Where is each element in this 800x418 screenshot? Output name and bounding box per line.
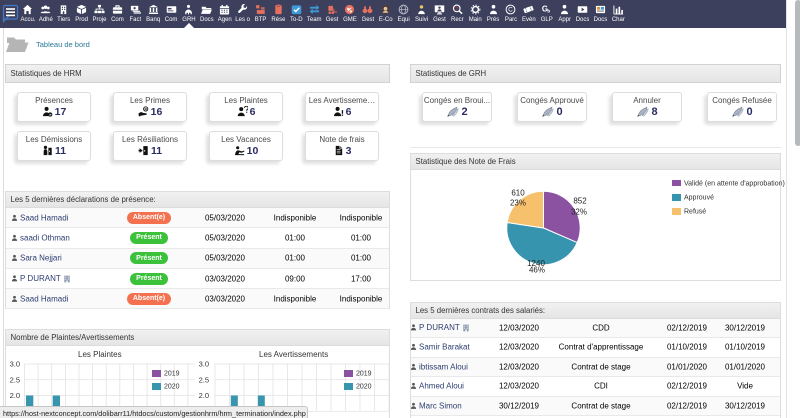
- svg-text:46%: 46%: [529, 266, 545, 275]
- svg-text:32%: 32%: [571, 208, 587, 217]
- svg-text:852: 852: [573, 197, 587, 206]
- svg-text:23%: 23%: [510, 198, 526, 207]
- svg-text:610: 610: [511, 189, 525, 198]
- svg-text:3.0: 3.0: [10, 360, 20, 369]
- svg-text:2.0: 2.0: [199, 391, 209, 400]
- svg-text:2.0: 2.0: [10, 391, 20, 400]
- svg-text:2.5: 2.5: [199, 375, 209, 384]
- svg-text:2.5: 2.5: [10, 375, 20, 384]
- svg-text:3.0: 3.0: [199, 360, 209, 369]
- svg-text:C: C: [509, 6, 514, 13]
- svg-text:b: b: [548, 8, 551, 13]
